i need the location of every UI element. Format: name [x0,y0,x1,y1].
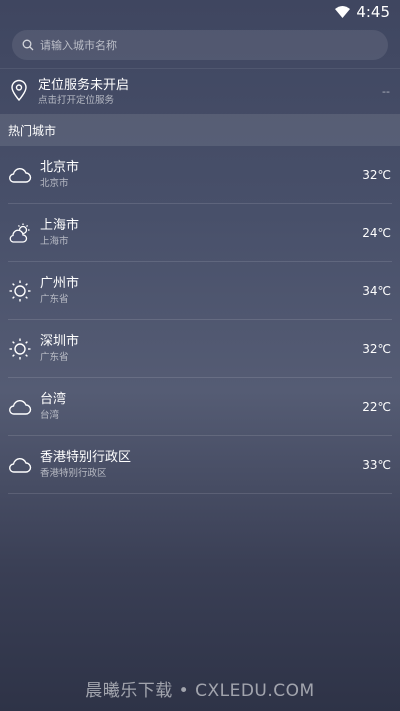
city-temperature: 32℃ [362,341,391,356]
city-name: 香港特别行政区 [40,450,132,465]
city-region: 广东省 [40,352,69,363]
hot-cities-list: 北京市 北京市 32℃ 上海市 上海市 24℃ 广州市 广东省 34℃ 深圳市 … [0,146,400,494]
status-bar: 4:45 [0,0,400,24]
city-row-beijing[interactable]: 北京市 北京市 32℃ [8,146,392,204]
city-name: 深圳市 [40,334,80,349]
city-row-guangzhou[interactable]: 广州市 广东省 34℃ [8,262,392,320]
city-region: 台湾 [40,410,60,421]
cloudy-icon [8,167,32,183]
search-icon [22,36,34,55]
city-region: 香港特别行政区 [40,468,107,479]
city-temperature: 22℃ [362,399,391,414]
city-region: 上海市 [40,236,69,247]
partly-cloudy-icon [8,223,32,243]
sunny-icon [8,338,32,360]
search-input[interactable] [40,38,388,52]
cloudy-icon [8,399,32,415]
sunny-icon [8,280,32,302]
city-row-shanghai[interactable]: 上海市 上海市 24℃ [8,204,392,262]
location-value: -- [382,85,390,98]
city-region: 广东省 [40,294,69,305]
watermark: 晨曦乐下载 • CXLEDU.COM [85,681,315,701]
city-region: 北京市 [40,178,69,189]
city-row-taiwan[interactable]: 台湾 台湾 22℃ [8,378,392,436]
location-pin-icon [10,79,28,105]
location-service-row[interactable]: 定位服务未开启 点击打开定位服务 -- [0,68,400,114]
city-temperature: 34℃ [362,283,391,298]
city-name: 北京市 [40,160,80,175]
search-bar[interactable] [12,30,388,60]
city-name: 上海市 [40,218,80,233]
wifi-icon [335,6,351,18]
city-row-hongkong[interactable]: 香港特别行政区 香港特别行政区 33℃ [8,436,392,494]
city-temperature: 24℃ [362,225,391,240]
city-temperature: 32℃ [362,167,391,182]
city-name: 广州市 [40,276,80,291]
location-title: 定位服务未开启 [38,77,130,93]
city-name: 台湾 [40,392,67,407]
cloudy-icon [8,457,32,473]
city-temperature: 33℃ [362,457,391,472]
city-row-shenzhen[interactable]: 深圳市 广东省 32℃ [8,320,392,378]
location-subtitle: 点击打开定位服务 [38,94,115,106]
status-time: 4:45 [356,3,390,21]
hot-cities-header: 热门城市 [0,114,400,146]
